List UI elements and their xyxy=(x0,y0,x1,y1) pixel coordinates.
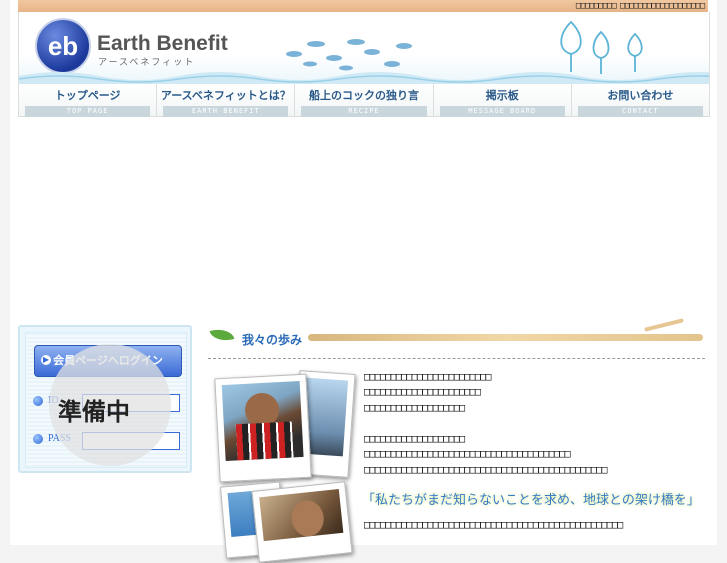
intro-line: □□□□□□□□□□□□□□□□□□□ xyxy=(364,402,465,414)
main-nav: トップページ TOP PAGE アースベネフィットとは？ EARTH BENEF… xyxy=(18,84,710,117)
intro-line: □□□□□□□□□□□□□□□□□□□□□□ xyxy=(364,386,481,398)
wave-decoration xyxy=(19,72,709,84)
top-strip: □□□□□□□□□ □□□□□□□□□□□□□□□□□□□ xyxy=(18,0,708,12)
login-panel-inner: ▶ 会員ページへログイン ID PASS 準備中 xyxy=(25,332,187,468)
arrow-right-icon: ▶ xyxy=(41,355,51,365)
photo xyxy=(259,488,344,542)
under-preparation-text: 準備中 xyxy=(58,398,130,426)
nav-item-top[interactable]: トップページ TOP PAGE xyxy=(19,84,158,117)
branch-decoration xyxy=(308,334,703,341)
intro-line: □□□□□□□□□□□□□□□□□□□□□□□□□□□□□□□□□□□□□□□ xyxy=(364,448,571,460)
body-line: □□□□□□□□□□□□□□□□□□□□□□□□□□□□□□□□□□□□□□□□… xyxy=(364,519,623,531)
person-figure xyxy=(235,421,294,461)
leaf-icon xyxy=(209,325,235,345)
site-header: eb Earth Benefit アースベネフィット xyxy=(18,12,710,84)
section-title: 我々の歩み xyxy=(242,333,303,347)
intro-line: □□□□□□□□□□□□□□□□□□□□□□□□ xyxy=(364,371,492,383)
nav-item-message-board[interactable]: 掲示板 MESSAGE BOARD xyxy=(434,84,572,117)
nav-sublabel: TOP PAGE xyxy=(25,106,151,117)
nav-label: アースベネフィットとは？ xyxy=(160,89,291,102)
login-panel: ▶ 会員ページへログイン ID PASS 準備中 xyxy=(18,325,192,473)
bullet-icon xyxy=(33,396,43,406)
nav-sublabel: MESSAGE BOARD xyxy=(439,106,565,117)
nav-item-earth-benefit[interactable]: アースベネフィットとは？ EARTH BENEFIT xyxy=(157,84,296,117)
top-strip-text: □□□□□□□□□ □□□□□□□□□□□□□□□□□□□ xyxy=(575,1,705,11)
section-divider xyxy=(208,358,705,359)
bullet-icon xyxy=(33,434,43,444)
intro-line: □□□□□□□□□□□□□□□□□□□ xyxy=(364,433,465,445)
branch-decoration xyxy=(644,318,684,332)
nav-item-contact[interactable]: お問い合わせ CONTACT xyxy=(572,84,709,117)
intro-line: □□□□□□□□□□□□□□□□□□□□□□□□□□□□□□□□□□□□□□□□… xyxy=(364,464,608,476)
nav-label: お問い合わせ xyxy=(607,89,674,102)
nav-label: 掲示板 xyxy=(485,89,519,102)
motto-quote: 「私たちがまだ知らないことを求め、地球との架け橋を」 xyxy=(362,493,700,508)
person-figure xyxy=(289,498,326,538)
nav-label: 船上のコックの独り言 xyxy=(309,89,419,102)
photo xyxy=(221,381,304,461)
nav-label: トップページ xyxy=(54,89,121,102)
section-heading: 我々の歩み xyxy=(208,318,708,349)
nav-item-recipe[interactable]: 船上のコックの独り言 RECIPE xyxy=(295,84,434,117)
logo-title[interactable]: Earth Benefit xyxy=(97,32,228,56)
photo-card xyxy=(251,481,353,563)
nav-sublabel: RECIPE xyxy=(301,106,427,117)
nav-sublabel: CONTACT xyxy=(577,106,704,117)
photo-card xyxy=(214,373,312,483)
nav-sublabel: EARTH BENEFIT xyxy=(163,106,289,117)
